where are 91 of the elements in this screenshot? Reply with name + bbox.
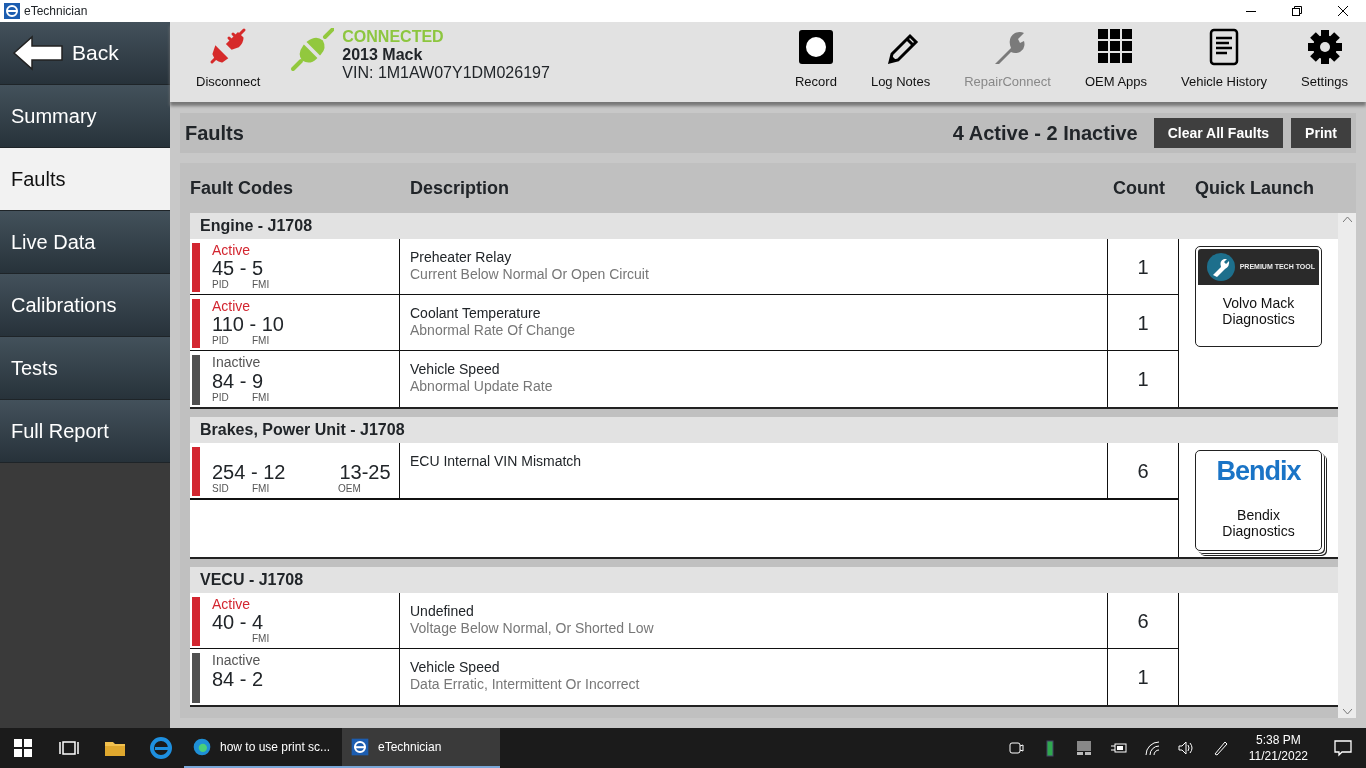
toolbar-button[interactable]: Vehicle History [1181,27,1267,91]
status-text: Inactive [212,355,262,371]
sidebar-tab[interactable]: Full Report [0,400,170,463]
fault-detail: Data Erratic, Intermittent Or Incorrect [410,676,641,693]
grid-icon [1096,27,1135,66]
record-icon [796,27,835,66]
code-label: FMI [252,280,271,292]
fault-detail: Abnormal Rate Of Change [410,322,576,339]
fault-code: 45 - 5 [212,258,264,279]
connection-status: CONNECTED [342,28,445,46]
group-header: Engine - J1708 [190,213,1338,239]
toolbar-button[interactable]: Settings [1301,27,1348,91]
scroll-down-icon[interactable] [1342,709,1352,715]
sidebar-tab[interactable]: Live Data [0,211,170,274]
code-label: PID [212,393,230,405]
sidebar-tab[interactable]: Calibrations [0,274,170,337]
wifi-icon [1142,739,1161,757]
toolbar-button[interactable]: Record [795,27,837,91]
code-label: PID [212,280,230,292]
group-header: VECU - J1708 [190,567,1338,593]
fault-detail: Abnormal Update Rate [410,378,554,395]
code-label: FMI [252,336,271,348]
code-label: OEM [338,484,361,496]
camera-icon [1006,739,1025,757]
fault-title: Coolant Temperature [410,305,542,322]
app-logo-icon [4,3,20,19]
oem-code: 13-25 [339,462,391,483]
taskbar-app[interactable]: eTechnician [342,728,500,768]
plug-icon [290,28,335,72]
column-header: Count [1113,176,1166,200]
sidebar-tab[interactable]: Faults [0,148,170,211]
fault-count: 1 [1136,665,1150,690]
app-logo-icon [350,737,370,757]
group-header: Brakes, Power Unit - J1708 [190,417,1338,443]
column-header: Description [410,176,511,200]
fault-count: 1 [1136,310,1150,336]
toolbar-button[interactable]: Log Notes [870,27,931,91]
fault-title: Vehicle Speed [410,361,501,378]
fault-code: 84 - 2 [212,669,264,689]
code-label: SID [212,484,230,496]
fault-count: 1 [1136,254,1150,280]
speaker-icon [1176,739,1195,757]
fault-count: 1 [1136,367,1150,392]
section-title: Faults [185,121,244,146]
column-header: Quick Launch [1195,176,1315,200]
bendix-logo: Bendix [1216,455,1301,488]
scroll-up-icon[interactable] [1342,216,1352,222]
code-label: FMI [252,393,271,405]
fault-title: Undefined [410,603,475,620]
back-arrow-icon [12,34,64,72]
fault-code: 84 - 9 [212,371,264,391]
toolbar-button[interactable]: Print [1291,118,1351,148]
windows-icon [11,736,35,760]
sidebar-tab[interactable]: Summary [0,85,170,148]
column-header: Fault Codes [190,176,294,200]
code-label: FMI [252,484,271,496]
scrollbar[interactable] [1338,213,1356,718]
fault-count: 6 [1136,458,1150,484]
browser-icon [149,736,173,760]
vehicle-name: 2013 Mack [342,46,424,64]
status-text: Active [212,597,252,613]
fault-code: 254 - 12 [212,462,286,483]
sidebar-tab[interactable]: Tests [0,337,170,400]
restore-icon[interactable] [1292,6,1302,16]
settings-icon [1305,27,1344,66]
window-title: eTechnician [24,3,88,20]
vin-text: VIN: 1M1AW07Y1DM026197 [342,64,550,82]
fault-detail: Voltage Below Normal, Or Shorted Low [410,620,655,637]
clock-time: 5:38 PM [1255,732,1302,748]
back-button[interactable]: Back [0,22,170,85]
fault-summary: 4 Active - 2 Inactive [952,121,1138,146]
code-label: FMI [252,634,271,646]
drive-icon [1074,739,1093,757]
code-label: PID [212,336,230,348]
fault-code: 110 - 10 [212,314,284,335]
wrench-icon [1205,252,1236,282]
fault-detail: Current Below Normal Or Open Circuit [410,266,650,283]
toolbar-button[interactable]: Clear All Faults [1153,118,1284,148]
fault-title: Vehicle Speed [410,659,501,676]
toolbar-button[interactable]: OEM Apps [1084,27,1148,91]
status-text: Inactive [212,653,262,669]
status-text: Active [212,299,252,315]
clock-date: 11/21/2022 [1248,748,1308,764]
disconnect-button[interactable]: Disconnect [196,25,261,91]
fault-title: ECU Internal VIN Mismatch [410,453,583,470]
fault-code: 40 - 4 [212,612,264,633]
browser-icon [192,737,212,757]
status-text: Active [212,243,252,259]
close-icon[interactable] [1338,6,1348,16]
fault-title: Preheater Relay [410,249,513,266]
fault-count: 6 [1136,608,1150,634]
